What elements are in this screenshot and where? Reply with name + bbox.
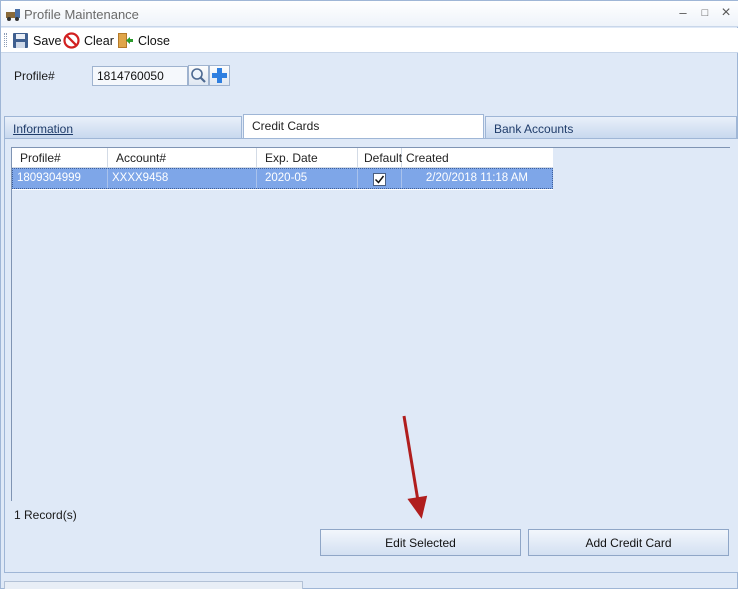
tab-bank-accounts[interactable]: Bank Accounts xyxy=(485,116,737,138)
cell-account: XXXX9458 xyxy=(108,169,257,188)
default-checkbox[interactable] xyxy=(373,173,386,186)
minimize-button[interactable]: – xyxy=(672,4,694,22)
cell-exp-date: 2020-05 xyxy=(257,169,358,188)
profile-maintenance-window: Profile Maintenance – □ × Save Clear Clo… xyxy=(0,0,738,589)
add-profile-button[interactable] xyxy=(209,65,230,86)
column-header-account[interactable]: Account# xyxy=(108,148,257,168)
clear-button[interactable]: Clear xyxy=(63,31,114,50)
tab-information-label: Information xyxy=(13,122,74,136)
cell-default xyxy=(358,169,402,188)
column-header-created[interactable]: Created xyxy=(402,148,553,168)
grid-empty-area xyxy=(12,190,553,501)
credit-cards-grid[interactable]: Profile# Account# Exp. Date Default Crea… xyxy=(11,147,730,501)
door-exit-icon xyxy=(118,33,133,48)
table-row[interactable]: 1809304999 XXXX9458 2020-05 2/20/2018 11… xyxy=(12,168,553,189)
tab-credit-cards[interactable]: Credit Cards xyxy=(243,114,484,138)
save-label: Save xyxy=(33,33,62,48)
no-entry-icon xyxy=(63,32,80,49)
column-header-profile[interactable]: Profile# xyxy=(12,148,108,168)
plus-icon xyxy=(212,68,227,83)
close-label: Close xyxy=(138,33,170,48)
search-profile-button[interactable] xyxy=(188,65,209,86)
record-count: 1 Record(s) xyxy=(14,508,77,522)
annotation-arrow-icon xyxy=(402,415,428,519)
close-button[interactable]: Close xyxy=(117,31,170,50)
checkmark-icon xyxy=(374,175,385,184)
column-header-exp-date[interactable]: Exp. Date xyxy=(257,148,358,168)
tab-bank-accounts-label: Bank Accounts xyxy=(494,122,574,136)
add-credit-card-button[interactable]: Add Credit Card xyxy=(528,529,729,556)
toolbar-grip[interactable] xyxy=(4,33,7,47)
floppy-disk-icon xyxy=(13,33,28,48)
cell-profile: 1809304999 xyxy=(13,169,108,188)
magnifier-icon xyxy=(191,68,206,83)
grid-header: Profile# Account# Exp. Date Default Crea… xyxy=(12,148,553,168)
maximize-button[interactable]: □ xyxy=(694,4,716,22)
column-header-default[interactable]: Default xyxy=(358,148,402,168)
tab-credit-cards-label: Credit Cards xyxy=(252,119,320,133)
edit-selected-button[interactable]: Edit Selected xyxy=(320,529,521,556)
toolbar: Save Clear Close xyxy=(1,28,738,53)
tab-information[interactable]: Information xyxy=(4,116,242,138)
window-title: Profile Maintenance xyxy=(24,7,139,22)
profile-input[interactable] xyxy=(92,66,188,86)
grid-empty-area xyxy=(553,148,730,501)
clear-label: Clear xyxy=(84,33,114,48)
profile-label: Profile# xyxy=(14,69,55,83)
cell-created: 2/20/2018 11:18 AM xyxy=(425,172,528,184)
save-button[interactable]: Save xyxy=(12,31,62,50)
title-bar: Profile Maintenance – □ × xyxy=(1,1,738,27)
close-window-button[interactable]: × xyxy=(715,4,737,22)
status-bar xyxy=(4,581,303,589)
truck-app-icon xyxy=(6,9,20,21)
